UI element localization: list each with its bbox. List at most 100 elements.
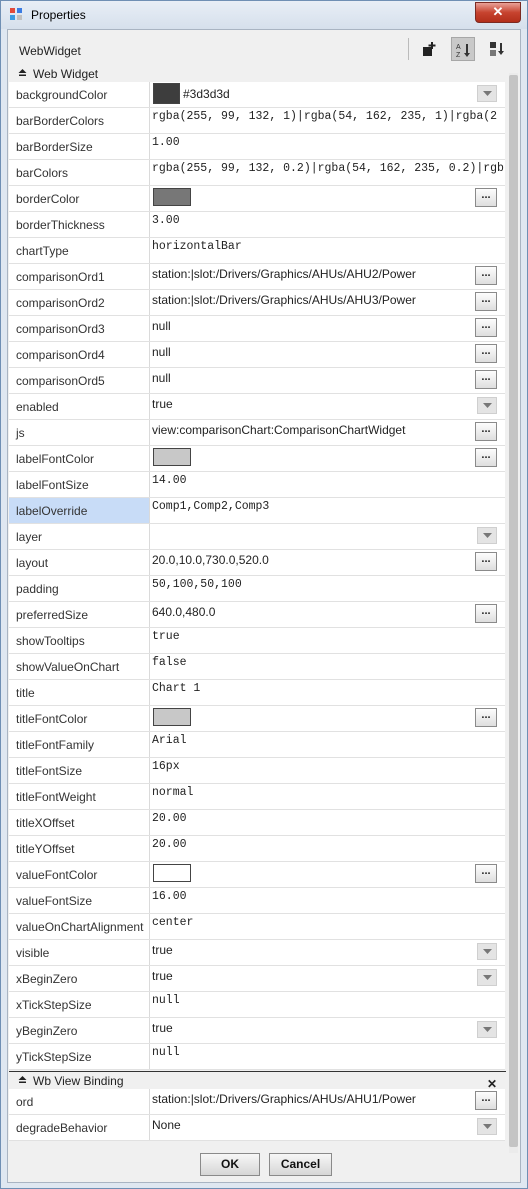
property-value-cell[interactable]: ... [151, 446, 505, 471]
property-value-cell[interactable]: 640.0,480.0... [151, 602, 505, 627]
property-value[interactable]: true [152, 969, 173, 983]
property-name-cell[interactable]: titleYOffset [9, 836, 150, 861]
property-value-cell[interactable]: 1.00 [151, 134, 505, 159]
property-value[interactable]: rgba(255, 99, 132, 0.2)|rgba(54, 162, 23… [152, 162, 504, 175]
collapse-icon[interactable] [18, 1076, 27, 1084]
cancel-button[interactable]: Cancel [269, 1153, 332, 1176]
property-value-cell[interactable]: null [151, 1044, 505, 1069]
property-value-cell[interactable]: null [151, 992, 505, 1017]
property-value-cell[interactable]: Chart 1 [151, 680, 505, 705]
ok-button[interactable]: OK [200, 1153, 260, 1176]
color-swatch[interactable] [153, 448, 191, 466]
property-name-cell[interactable]: comparisonOrd4 [9, 342, 150, 367]
property-value[interactable]: None [152, 1118, 181, 1132]
property-value-cell[interactable]: rgba(255, 99, 132, 0.2)|rgba(54, 162, 23… [151, 160, 505, 185]
dropdown-button[interactable] [477, 1021, 497, 1038]
ellipsis-button[interactable]: ... [475, 1091, 497, 1110]
property-name-cell[interactable]: degradeBehavior [9, 1115, 150, 1140]
property-value-cell[interactable]: 16px [151, 758, 505, 783]
property-value[interactable]: normal [152, 786, 193, 799]
property-value[interactable]: 50,100,50,100 [152, 578, 242, 591]
property-value-cell[interactable]: null... [151, 342, 505, 367]
property-name-cell[interactable]: xTickStepSize [9, 992, 150, 1017]
property-value-cell[interactable]: null... [151, 368, 505, 393]
property-name-cell[interactable]: barColors [9, 160, 150, 185]
property-value-cell[interactable]: station:|slot:/Drivers/Graphics/AHUs/AHU… [151, 264, 505, 289]
property-name-cell[interactable]: comparisonOrd5 [9, 368, 150, 393]
property-value[interactable]: station:|slot:/Drivers/Graphics/AHUs/AHU… [152, 293, 416, 307]
ellipsis-button[interactable]: ... [475, 864, 497, 883]
property-value-cell[interactable]: station:|slot:/Drivers/Graphics/AHUs/AHU… [151, 1089, 505, 1114]
property-value-cell[interactable]: normal [151, 784, 505, 809]
ellipsis-button[interactable]: ... [475, 188, 497, 207]
property-value-cell[interactable]: ... [151, 186, 505, 211]
property-value-cell[interactable]: 16.00 [151, 888, 505, 913]
property-name-cell[interactable]: valueOnChartAlignment [9, 914, 150, 939]
property-value[interactable]: 16.00 [152, 890, 187, 903]
property-name-cell[interactable]: valueFontSize [9, 888, 150, 913]
property-value[interactable]: null [152, 1046, 180, 1059]
property-name-cell[interactable]: title [9, 680, 150, 705]
ellipsis-button[interactable]: ... [475, 604, 497, 623]
property-value[interactable]: rgba(255, 99, 132, 1)|rgba(54, 162, 235,… [152, 110, 497, 123]
property-name-cell[interactable]: barBorderColors [9, 108, 150, 133]
dropdown-button[interactable] [477, 943, 497, 960]
property-value-cell[interactable]: center [151, 914, 505, 939]
property-name-cell[interactable]: titleFontFamily [9, 732, 150, 757]
property-value-cell[interactable]: true [151, 1018, 505, 1043]
window-close-button[interactable]: ✕ [475, 2, 521, 23]
property-value[interactable]: 20.00 [152, 838, 187, 851]
property-name-cell[interactable]: visible [9, 940, 150, 965]
property-name-cell[interactable]: preferredSize [9, 602, 150, 627]
property-name-cell[interactable]: labelFontSize [9, 472, 150, 497]
property-name-cell[interactable]: comparisonOrd3 [9, 316, 150, 341]
property-name-cell[interactable]: chartType [9, 238, 150, 263]
property-name-cell[interactable]: showTooltips [9, 628, 150, 653]
dropdown-button[interactable] [477, 527, 497, 544]
property-value[interactable]: false [152, 656, 187, 669]
property-value-cell[interactable]: rgba(255, 99, 132, 1)|rgba(54, 162, 235,… [151, 108, 505, 133]
property-name-cell[interactable]: valueFontColor [9, 862, 150, 887]
property-value-cell[interactable]: 20.00 [151, 836, 505, 861]
property-name-cell[interactable]: padding [9, 576, 150, 601]
property-name-cell[interactable]: layer [9, 524, 150, 549]
property-value-cell[interactable]: Arial [151, 732, 505, 757]
color-swatch[interactable] [153, 864, 191, 882]
ellipsis-button[interactable]: ... [475, 266, 497, 285]
property-value[interactable]: 640.0,480.0 [152, 605, 215, 619]
title-bar[interactable]: Properties ✕ [1, 1, 527, 29]
collapse-icon[interactable] [18, 69, 27, 77]
property-value-cell[interactable]: 14.00 [151, 472, 505, 497]
property-value[interactable]: true [152, 1021, 173, 1035]
ellipsis-button[interactable]: ... [475, 292, 497, 311]
color-swatch[interactable] [153, 708, 191, 726]
ellipsis-button[interactable]: ... [475, 318, 497, 337]
ellipsis-button[interactable]: ... [475, 552, 497, 571]
property-name-cell[interactable]: titleFontSize [9, 758, 150, 783]
property-value[interactable]: Chart 1 [152, 682, 200, 695]
property-value[interactable]: null [152, 994, 180, 1007]
dropdown-button[interactable] [477, 85, 497, 102]
property-value[interactable]: horizontalBar [152, 240, 242, 253]
sort-order-icon[interactable] [485, 37, 509, 61]
ellipsis-button[interactable]: ... [475, 708, 497, 727]
scrollbar-thumb[interactable] [509, 75, 518, 1147]
property-value-cell[interactable]: 20.00 [151, 810, 505, 835]
property-value-cell[interactable] [151, 524, 505, 549]
property-value-cell[interactable]: 50,100,50,100 [151, 576, 505, 601]
property-value[interactable]: null [152, 319, 171, 333]
property-value[interactable]: view:comparisonChart:ComparisonChartWidg… [152, 423, 405, 437]
section-header[interactable]: Wb View Binding ✕ [9, 1073, 505, 1091]
property-name-cell[interactable]: layout [9, 550, 150, 575]
property-value-cell[interactable]: false [151, 654, 505, 679]
property-value-cell[interactable]: 20.0,10.0,730.0,520.0... [151, 550, 505, 575]
property-value[interactable]: Comp1,Comp2,Comp3 [152, 500, 269, 513]
property-value[interactable]: 14.00 [152, 474, 187, 487]
property-value-cell[interactable]: None [151, 1115, 505, 1140]
property-value-cell[interactable]: true [151, 966, 505, 991]
property-value-cell[interactable]: station:|slot:/Drivers/Graphics/AHUs/AHU… [151, 290, 505, 315]
property-name-cell[interactable]: ord [9, 1089, 150, 1114]
property-name-cell[interactable]: backgroundColor [9, 82, 150, 107]
property-value[interactable]: true [152, 943, 173, 957]
property-value-cell[interactable]: #3d3d3d [151, 82, 505, 107]
